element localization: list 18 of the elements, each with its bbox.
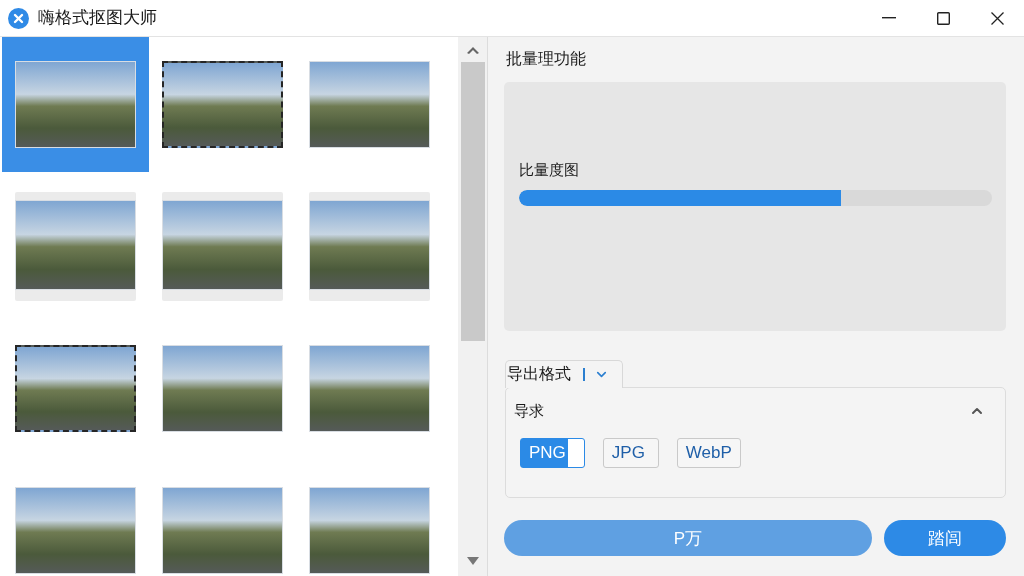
primary-button[interactable]: 踏闾: [884, 520, 1006, 556]
panel-heading: 批量理功能: [506, 49, 587, 69]
caret-up-icon[interactable]: [466, 45, 479, 54]
progress-label: 比量度图: [519, 160, 580, 180]
maximize-icon: [936, 11, 950, 25]
close-icon: [990, 11, 1004, 25]
format-option[interactable]: PNG: [520, 438, 585, 468]
minimize-icon: [882, 17, 896, 19]
scrollbar-track[interactable]: [458, 37, 487, 576]
export-format-tab[interactable]: 导出格式: [505, 360, 623, 388]
scrollbar-thumb[interactable]: [460, 62, 485, 341]
app-logo-icon: [8, 7, 29, 29]
caret-down-icon[interactable]: [466, 557, 479, 565]
format-option[interactable]: WebP: [676, 438, 741, 468]
thumbnail-item[interactable]: [2, 37, 149, 172]
window-title: 嗨格式抠图大师: [38, 7, 157, 29]
section-title: 导求: [514, 401, 544, 421]
format-option[interactable]: JPG: [602, 438, 659, 468]
